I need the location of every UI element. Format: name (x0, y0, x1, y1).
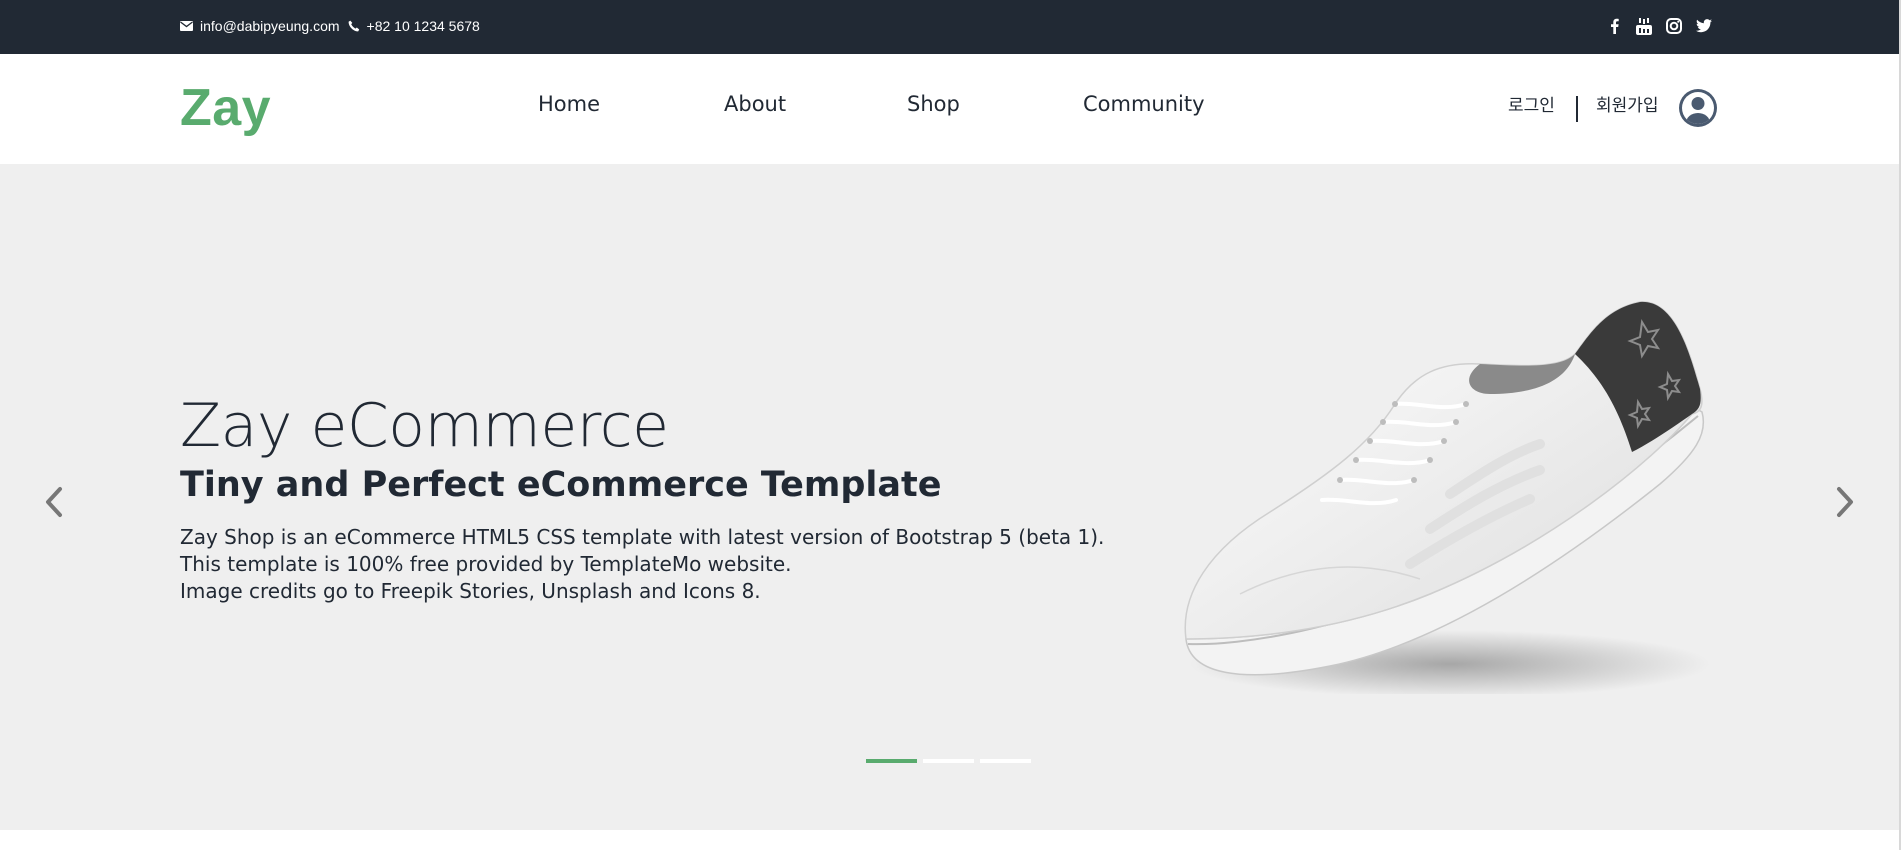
carousel-next-icon[interactable] (1831, 482, 1859, 522)
user-avatar-icon[interactable] (1679, 89, 1717, 127)
social-links (1604, 0, 1724, 52)
carousel-indicator[interactable] (866, 759, 917, 763)
hero-line: This template is 100% free provided by T… (180, 552, 792, 576)
hero-line: Zay Shop is an eCommerce HTML5 CSS templ… (180, 525, 1105, 549)
page: info@dabipyeung.com +82 10 1234 5678 Zay… (0, 0, 1901, 850)
phone-icon (348, 20, 360, 32)
carousel-indicators (866, 759, 1037, 763)
hero-line: Image credits go to Freepik Stories, Uns… (180, 579, 761, 603)
nav-about[interactable]: About (724, 94, 786, 115)
email-link[interactable]: info@dabipyeung.com (200, 18, 340, 34)
twitter-icon[interactable] (1694, 16, 1714, 36)
sneaker-image (1184, 301, 1710, 694)
youtube-icon[interactable] (1634, 16, 1654, 36)
signup-link[interactable]: 회원가입 (1596, 98, 1659, 115)
hero-subtitle: Tiny and Perfect eCommerce Template (180, 465, 942, 505)
main-header: Zay Home About Shop Community 로그인 회원가입 (0, 54, 1899, 164)
nav-community[interactable]: Community (1083, 94, 1205, 115)
auth-divider (1576, 96, 1578, 122)
nav-shop[interactable]: Shop (907, 94, 960, 115)
envelope-icon (180, 21, 193, 31)
carousel-indicator[interactable] (923, 759, 974, 763)
hero-carousel: Zay eCommerce Tiny and Perfect eCommerce… (0, 164, 1899, 830)
top-bar: info@dabipyeung.com +82 10 1234 5678 (0, 0, 1899, 54)
carousel-indicator[interactable] (980, 759, 1031, 763)
hero-title: Zay eCommerce (180, 391, 669, 461)
login-link[interactable]: 로그인 (1508, 98, 1555, 115)
carousel-prev-icon[interactable] (40, 482, 68, 522)
logo[interactable]: Zay (180, 82, 271, 134)
nav-home[interactable]: Home (538, 94, 600, 115)
facebook-icon[interactable] (1604, 16, 1624, 36)
hero-description: Zay Shop is an eCommerce HTML5 CSS templ… (180, 524, 1105, 605)
phone-link[interactable]: +82 10 1234 5678 (367, 18, 480, 34)
contact-info: info@dabipyeung.com +82 10 1234 5678 (180, 0, 480, 52)
instagram-icon[interactable] (1664, 16, 1684, 36)
page-content: info@dabipyeung.com +82 10 1234 5678 Zay… (0, 0, 1899, 850)
